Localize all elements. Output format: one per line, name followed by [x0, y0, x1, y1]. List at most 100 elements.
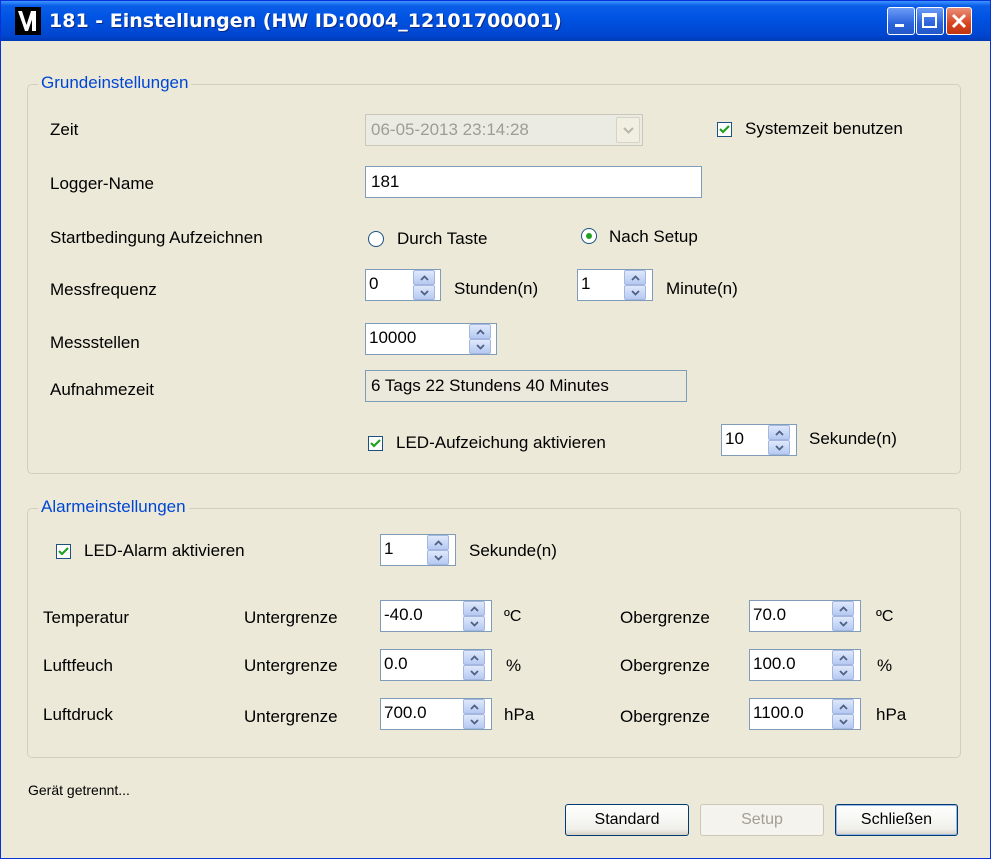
- maximize-icon: [922, 13, 937, 28]
- minimize-button[interactable]: [887, 7, 915, 35]
- arrow-up-icon: [631, 275, 640, 281]
- freq-minutes-unit: Minute(n): [666, 279, 738, 298]
- arrow-down-icon: [775, 445, 784, 451]
- temp-upper-value: 70.0: [753, 605, 787, 624]
- humidity-lower-value: 0.0: [384, 654, 408, 673]
- led-alarm-label[interactable]: LED-Alarm aktivieren: [84, 541, 245, 561]
- alarm-row-name: Temperatur: [43, 608, 129, 627]
- start-durch-taste-radio[interactable]: [368, 231, 384, 247]
- arrow-up-icon: [434, 540, 443, 546]
- logger-name-label: Logger-Name: [50, 174, 154, 193]
- minimize-icon: [895, 24, 904, 27]
- temp-lower-value: -40.0: [384, 605, 423, 624]
- freq-hours-unit: Stunden(n): [454, 279, 539, 298]
- temp-upper-spinner[interactable]: [832, 601, 854, 631]
- setup-button[interactable]: Setup: [700, 804, 824, 836]
- freq-minutes-value: 1: [581, 274, 591, 293]
- points-spinner[interactable]: [469, 324, 491, 354]
- arrow-up-icon: [839, 606, 848, 612]
- arrow-up-icon: [476, 329, 485, 335]
- led-alarm-seconds-spinner[interactable]: [427, 535, 449, 565]
- temp-lower-unit: ºC: [504, 608, 522, 625]
- systemzeit-checkbox[interactable]: [717, 122, 732, 137]
- alarm-row-name: Luftfeuch: [43, 656, 113, 675]
- lower-limit-label: Untergrenze: [244, 608, 338, 627]
- check-icon: [370, 439, 381, 448]
- humidity-upper-value: 100.0: [753, 654, 796, 673]
- window-title: 181 - Einstellungen (HW ID:0004_12101700…: [49, 10, 562, 32]
- arrow-down-icon: [470, 719, 479, 725]
- pressure-lower-value: 700.0: [384, 703, 427, 722]
- led-alarm-checkbox[interactable]: [56, 544, 71, 559]
- arrow-down-icon: [434, 555, 443, 561]
- lower-limit-label: Untergrenze: [244, 656, 338, 675]
- arrow-up-icon: [775, 430, 784, 436]
- led-alarm-unit: Sekunde(n): [469, 541, 557, 560]
- led-record-unit: Sekunde(n): [809, 429, 897, 448]
- start-nach-setup-label[interactable]: Nach Setup: [609, 227, 698, 247]
- alarm-row-name: Luftdruck: [43, 705, 113, 724]
- arrow-down-icon: [470, 670, 479, 676]
- arrow-up-icon: [470, 704, 479, 710]
- chevron-down-icon: [623, 127, 634, 134]
- arrow-up-icon: [470, 606, 479, 612]
- led-record-seconds-value: 10: [725, 429, 744, 448]
- upper-limit-label: Obergrenze: [620, 707, 710, 726]
- status-text: Gerät getrennt...: [28, 782, 130, 798]
- freq-minutes-spinner[interactable]: [624, 270, 646, 300]
- upper-limit-label: Obergrenze: [620, 608, 710, 627]
- arrow-down-icon: [839, 621, 848, 627]
- alarm-settings-legend: Alarmeinstellungen: [38, 497, 189, 517]
- arrow-down-icon: [631, 290, 640, 296]
- basic-settings-legend: Grundeinstellungen: [38, 73, 192, 93]
- freq-label: Messfrequenz: [50, 280, 157, 299]
- check-icon: [719, 125, 730, 134]
- close-button[interactable]: Schließen: [835, 804, 958, 836]
- arrow-down-icon: [839, 670, 848, 676]
- freq-hours-value: 0: [369, 274, 379, 293]
- pressure-upper-unit: hPa: [876, 705, 907, 724]
- logger-name-input[interactable]: 181: [365, 166, 702, 198]
- humidity-lower-spinner[interactable]: [463, 650, 485, 680]
- time-value: 06-05-2013 23:14:28: [371, 120, 529, 139]
- check-icon: [58, 547, 69, 556]
- arrow-down-icon: [420, 290, 429, 296]
- duration-field: 6 Tags 22 Stundens 40 Minutes: [365, 370, 687, 402]
- app-logo-icon: [15, 7, 41, 35]
- start-condition-label: Startbedingung Aufzeichnen: [50, 228, 263, 247]
- time-dropdown[interactable]: 06-05-2013 23:14:28: [365, 114, 643, 146]
- duration-label: Aufnahmezeit: [50, 380, 154, 399]
- upper-limit-label: Obergrenze: [620, 656, 710, 675]
- duration-value: 6 Tags 22 Stundens 40 Minutes: [371, 376, 609, 395]
- led-alarm-seconds-value: 1: [384, 539, 394, 558]
- standard-button[interactable]: Standard: [565, 804, 689, 836]
- arrow-up-icon: [839, 704, 848, 710]
- arrow-down-icon: [839, 719, 848, 725]
- points-label: Messstellen: [50, 333, 140, 352]
- systemzeit-label[interactable]: Systemzeit benutzen: [745, 119, 903, 139]
- time-dropdown-button[interactable]: [616, 117, 640, 143]
- pressure-lower-unit: hPa: [504, 705, 535, 724]
- start-nach-setup-radio[interactable]: [581, 228, 597, 244]
- arrow-down-icon: [476, 344, 485, 350]
- close-icon: [951, 13, 967, 29]
- humidity-lower-unit: %: [506, 656, 522, 675]
- title-bar[interactable]: 181 - Einstellungen (HW ID:0004_12101700…: [1, 1, 990, 41]
- arrow-down-icon: [470, 621, 479, 627]
- pressure-lower-spinner[interactable]: [463, 699, 485, 729]
- start-durch-taste-label[interactable]: Durch Taste: [397, 229, 487, 249]
- freq-hours-spinner[interactable]: [413, 270, 435, 300]
- time-label: Zeit: [50, 120, 79, 139]
- led-record-label[interactable]: LED-Aufzeichung aktivieren: [396, 433, 606, 453]
- pressure-upper-spinner[interactable]: [832, 699, 854, 729]
- points-value: 10000: [369, 328, 417, 347]
- led-record-checkbox[interactable]: [368, 436, 383, 451]
- humidity-upper-spinner[interactable]: [832, 650, 854, 680]
- humidity-upper-unit: %: [877, 656, 893, 675]
- close-window-button[interactable]: [946, 7, 972, 35]
- maximize-button[interactable]: [916, 7, 944, 35]
- arrow-up-icon: [420, 275, 429, 281]
- led-record-seconds-spinner[interactable]: [768, 425, 790, 455]
- logger-name-value: 181: [371, 172, 400, 191]
- temp-lower-spinner[interactable]: [463, 601, 485, 631]
